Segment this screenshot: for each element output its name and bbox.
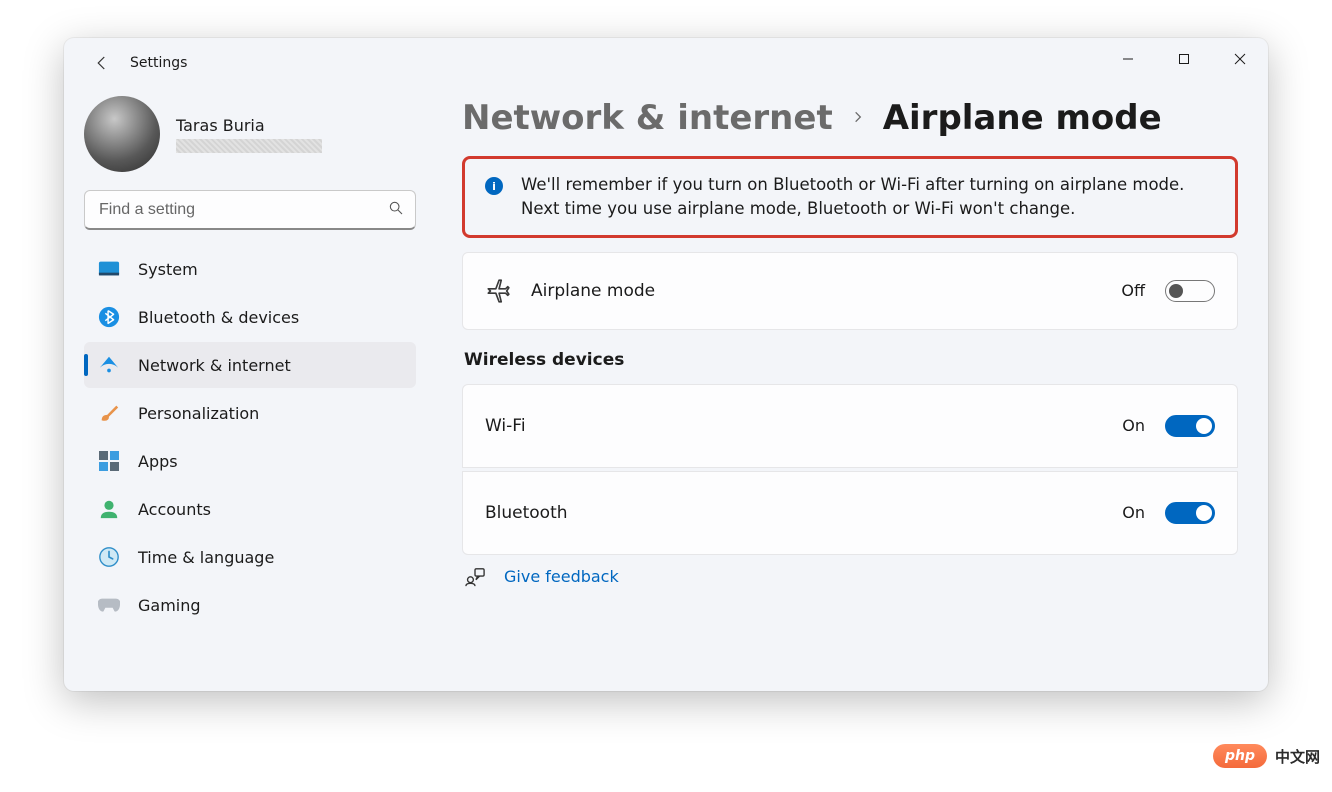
- watermark: php 中文网: [1213, 744, 1320, 768]
- airplane-mode-label: Airplane mode: [531, 281, 1101, 301]
- sidebar-item-label: Accounts: [138, 500, 211, 519]
- main-content: Network & internet Airplane mode i We'll…: [432, 88, 1268, 691]
- maximize-button[interactable]: [1156, 38, 1212, 80]
- titlebar: Settings: [64, 38, 1268, 88]
- airplane-icon: [485, 278, 511, 304]
- bluetooth-toggle[interactable]: [1165, 502, 1215, 524]
- wifi-toggle[interactable]: [1165, 415, 1215, 437]
- airplane-mode-state: Off: [1121, 281, 1145, 300]
- sidebar-item-accounts[interactable]: Accounts: [84, 486, 416, 532]
- feedback-label: Give feedback: [504, 567, 619, 586]
- minimize-button[interactable]: [1100, 38, 1156, 80]
- info-banner: i We'll remember if you turn on Bluetoot…: [462, 156, 1238, 238]
- person-icon: [98, 498, 120, 520]
- wifi-label: Wi-Fi: [485, 416, 1102, 436]
- nav-list: System Bluetooth & devices Network & int…: [84, 246, 416, 628]
- wireless-devices-header: Wireless devices: [464, 350, 1238, 370]
- avatar: [84, 96, 160, 172]
- sidebar-item-label: Gaming: [138, 596, 201, 615]
- sidebar-item-personalization[interactable]: Personalization: [84, 390, 416, 436]
- sidebar-item-label: System: [138, 260, 198, 279]
- clock-icon: [98, 546, 120, 568]
- info-icon: i: [485, 177, 503, 195]
- sidebar: Taras Buria System: [64, 88, 432, 691]
- airplane-mode-card: Airplane mode Off: [462, 252, 1238, 330]
- sidebar-item-system[interactable]: System: [84, 246, 416, 292]
- sidebar-item-bluetooth[interactable]: Bluetooth & devices: [84, 294, 416, 340]
- watermark-text: 中文网: [1275, 746, 1320, 767]
- profile-name: Taras Buria: [176, 116, 322, 135]
- wireless-card-stack: Wi-Fi On Bluetooth On: [462, 384, 1238, 555]
- maximize-icon: [1178, 53, 1190, 65]
- info-text: We'll remember if you turn on Bluetooth …: [521, 173, 1215, 221]
- airplane-mode-toggle[interactable]: [1165, 280, 1215, 302]
- sidebar-item-label: Personalization: [138, 404, 259, 423]
- brush-icon: [98, 402, 120, 424]
- settings-window: Settings Taras Buria: [64, 38, 1268, 691]
- sidebar-item-apps[interactable]: Apps: [84, 438, 416, 484]
- window-body: Taras Buria System: [64, 88, 1268, 691]
- profile-block[interactable]: Taras Buria: [84, 88, 416, 190]
- close-icon: [1234, 53, 1246, 65]
- apps-icon: [98, 450, 120, 472]
- sidebar-item-label: Apps: [138, 452, 178, 471]
- breadcrumb: Network & internet Airplane mode: [462, 98, 1238, 138]
- wifi-card: Wi-Fi On: [462, 384, 1238, 468]
- sidebar-item-label: Bluetooth & devices: [138, 308, 299, 327]
- minimize-icon: [1122, 53, 1134, 65]
- bluetooth-card: Bluetooth On: [462, 471, 1238, 555]
- system-icon: [98, 258, 120, 280]
- breadcrumb-parent[interactable]: Network & internet: [462, 98, 833, 138]
- search-icon: [388, 200, 404, 220]
- back-arrow-icon: [93, 54, 111, 72]
- sidebar-item-label: Network & internet: [138, 356, 291, 375]
- profile-email-redacted: [176, 139, 322, 153]
- feedback-icon: [464, 567, 486, 587]
- watermark-pill: php: [1213, 744, 1267, 768]
- window-controls: [1100, 38, 1268, 80]
- wifi-icon: [98, 354, 120, 376]
- chevron-right-icon: [851, 108, 865, 129]
- feedback-link[interactable]: Give feedback: [462, 567, 1238, 587]
- profile-text: Taras Buria: [176, 116, 322, 153]
- bluetooth-state: On: [1122, 503, 1145, 522]
- sidebar-item-time[interactable]: Time & language: [84, 534, 416, 580]
- app-title: Settings: [130, 55, 187, 71]
- gamepad-icon: [98, 594, 120, 616]
- back-button[interactable]: [82, 54, 122, 72]
- sidebar-item-label: Time & language: [138, 548, 274, 567]
- bluetooth-icon: [98, 306, 120, 328]
- wifi-state: On: [1122, 416, 1145, 435]
- search-input[interactable]: [84, 190, 416, 230]
- bluetooth-label: Bluetooth: [485, 503, 1102, 523]
- breadcrumb-current: Airplane mode: [883, 98, 1162, 138]
- sidebar-item-network[interactable]: Network & internet: [84, 342, 416, 388]
- close-button[interactable]: [1212, 38, 1268, 80]
- sidebar-item-gaming[interactable]: Gaming: [84, 582, 416, 628]
- search-wrap: [84, 190, 416, 230]
